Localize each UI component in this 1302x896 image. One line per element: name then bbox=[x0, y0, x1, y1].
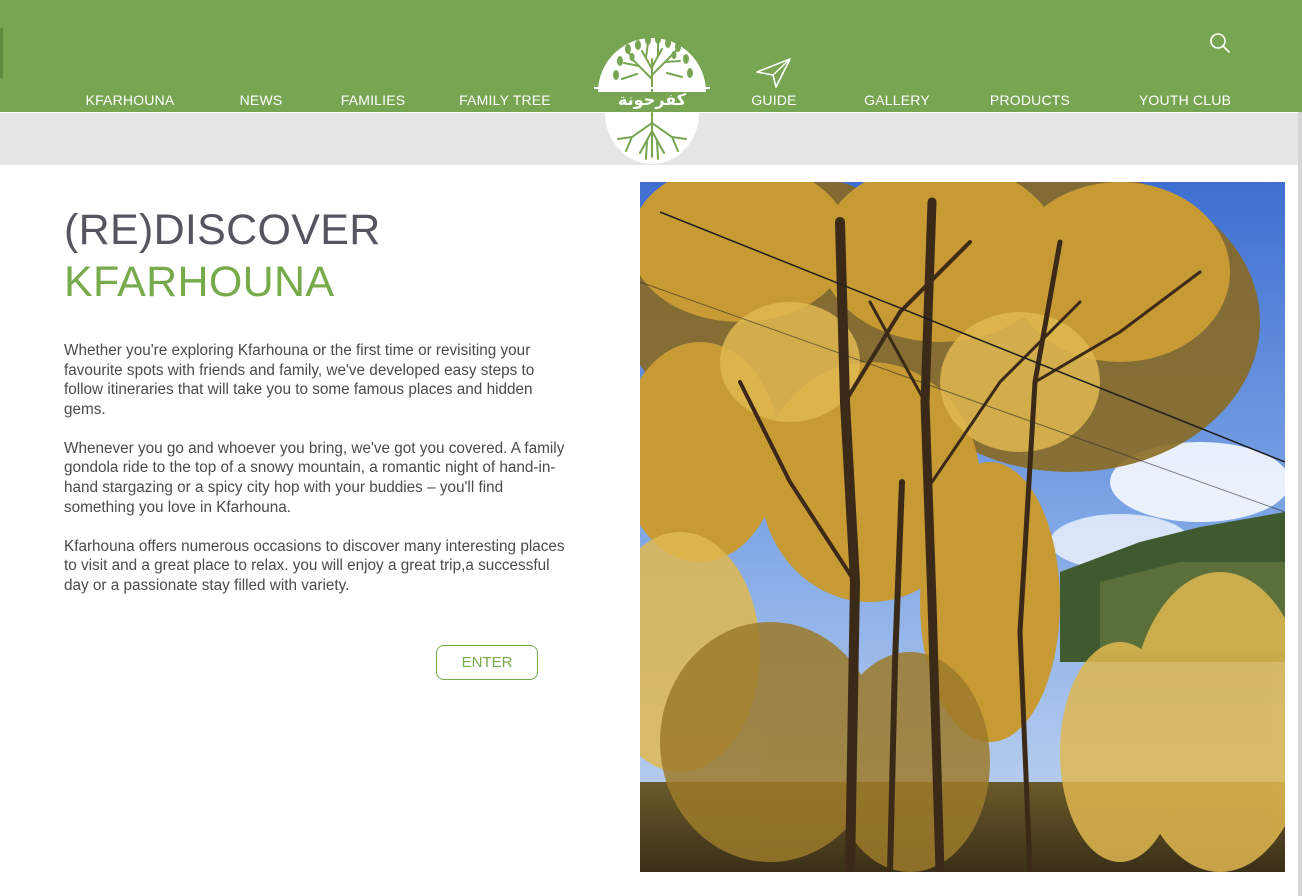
intro-paragraph-2: Whenever you go and whoever you bring, w… bbox=[64, 439, 565, 516]
intro-text: Whether you're exploring Kfarhouna or th… bbox=[64, 341, 569, 615]
tree-roots-icon bbox=[605, 112, 699, 164]
side-tab[interactable] bbox=[0, 28, 3, 78]
intro-paragraph-3: Kfarhouna offers numerous occasions to d… bbox=[64, 537, 565, 594]
nav-item-gallery[interactable]: GALLERY bbox=[864, 92, 930, 108]
title-line-rediscover: (RE)DISCOVER bbox=[64, 206, 381, 254]
enter-button[interactable]: ENTER bbox=[436, 645, 538, 680]
intro-paragraph-1: Whether you're exploring Kfarhouna or th… bbox=[64, 342, 535, 418]
search-icon[interactable] bbox=[1208, 31, 1232, 55]
scrollbar[interactable] bbox=[1298, 112, 1302, 896]
logo-wordmark: كفرحونة bbox=[618, 90, 687, 109]
navigation-arrow-icon[interactable] bbox=[755, 57, 793, 89]
nav-item-family-tree[interactable]: FAMILY TREE bbox=[459, 92, 551, 108]
nav-item-guide[interactable]: GUIDE bbox=[751, 92, 796, 108]
tree-crown-icon bbox=[598, 34, 706, 92]
nav-item-products[interactable]: PRODUCTS bbox=[990, 92, 1070, 108]
nav-item-news[interactable]: NEWS bbox=[240, 92, 283, 108]
autumn-trees-photo bbox=[640, 182, 1285, 872]
nav-item-kfarhouna[interactable]: KFARHOUNA bbox=[86, 92, 175, 108]
logo-divider bbox=[594, 87, 710, 89]
title-line-kfarhouna: KFARHOUNA bbox=[64, 258, 335, 306]
kfarhouna-logo[interactable]: كفرحونة bbox=[592, 29, 712, 169]
nav-item-families[interactable]: FAMILIES bbox=[341, 92, 406, 108]
nav-item-youth-club[interactable]: YOUTH CLUB bbox=[1139, 92, 1231, 108]
page-title: (RE)DISCOVER KFARHOUNA bbox=[64, 204, 381, 308]
